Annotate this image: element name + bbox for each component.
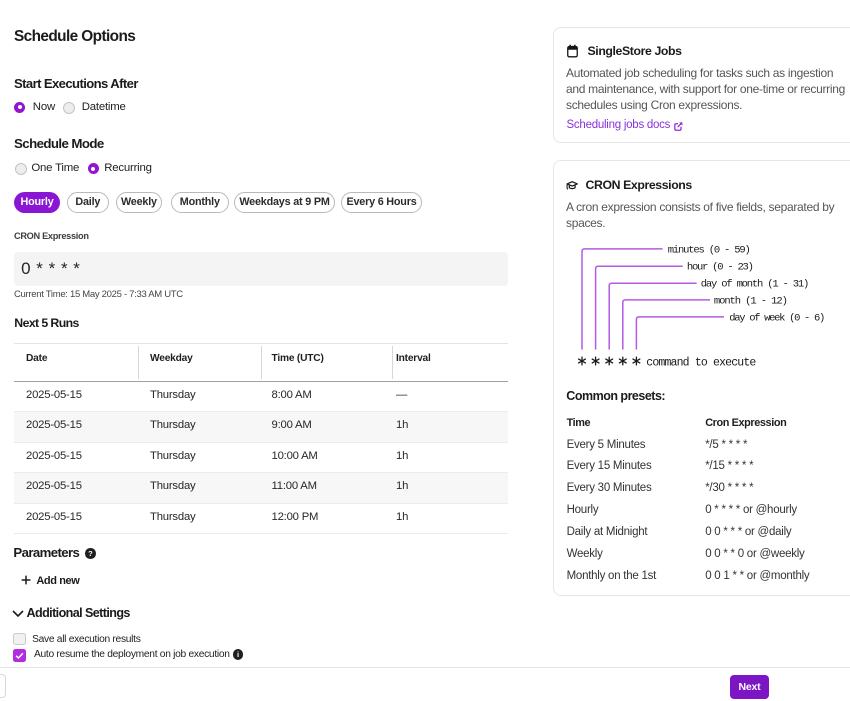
svg-text:hour (0 - 23): hour (0 - 23) [687,262,754,274]
svg-text:minutes (0 - 59): minutes (0 - 59) [668,244,751,256]
svg-text:month (1 - 12): month (1 - 12) [714,295,788,307]
svg-text:command to execute: command to execute [646,357,756,370]
svg-text:day of month (1 - 31): day of month (1 - 31) [701,279,810,291]
svg-text:day of week (0 - 6): day of week (0 - 6) [729,312,825,324]
